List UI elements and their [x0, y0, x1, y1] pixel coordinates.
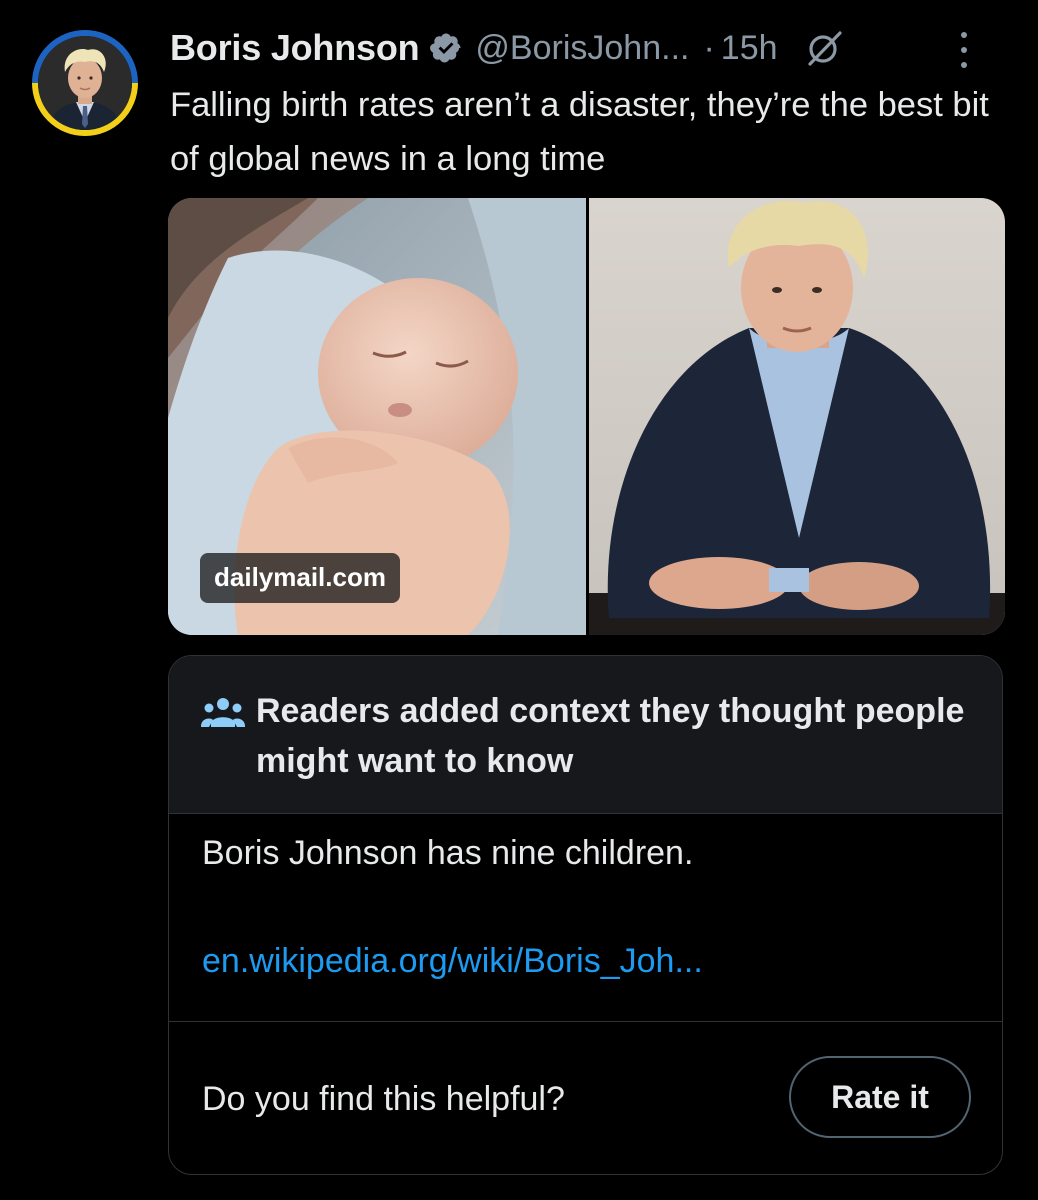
author-display-name[interactable]: Boris Johnson — [170, 27, 420, 69]
tweet-header: Boris Johnson @BorisJohn... · 15h — [170, 24, 1010, 72]
helpful-question: Do you find this helpful? — [202, 1080, 565, 1118]
author-handle[interactable]: @BorisJohn... — [475, 29, 689, 68]
rate-it-button[interactable]: Rate it — [789, 1056, 971, 1138]
timestamp[interactable]: 15h — [721, 29, 778, 68]
media-image-portrait[interactable] — [589, 198, 1005, 635]
more-options-icon[interactable] — [958, 32, 970, 68]
grok-icon[interactable] — [804, 28, 844, 68]
verified-badge-icon[interactable] — [429, 31, 463, 65]
community-note-statement: Boris Johnson has nine children. — [202, 834, 694, 872]
community-note-footer: Do you find this helpful? Rate it — [169, 1022, 1002, 1174]
people-icon — [201, 696, 245, 732]
tweet-text: Falling birth rates aren’t a disaster, t… — [170, 86, 989, 178]
community-note-title: Readers added context they thought peopl… — [256, 692, 965, 780]
media-source-badge[interactable]: dailymail.com — [200, 553, 400, 603]
avatar-photo — [38, 36, 132, 130]
community-note-header[interactable]: Readers added context they thought peopl… — [169, 656, 1002, 814]
separator-dot: · — [703, 28, 715, 67]
tweet-media[interactable]: dailymail.com — [168, 198, 1005, 635]
community-note: Readers added context they thought peopl… — [168, 655, 1003, 1175]
community-note-body: Boris Johnson has nine children. en.wiki… — [169, 814, 1002, 1022]
community-note-source-link[interactable]: en.wikipedia.org/wiki/Boris_Joh... — [202, 942, 703, 981]
avatar[interactable] — [32, 30, 138, 136]
media-image-baby[interactable]: dailymail.com — [168, 198, 586, 635]
